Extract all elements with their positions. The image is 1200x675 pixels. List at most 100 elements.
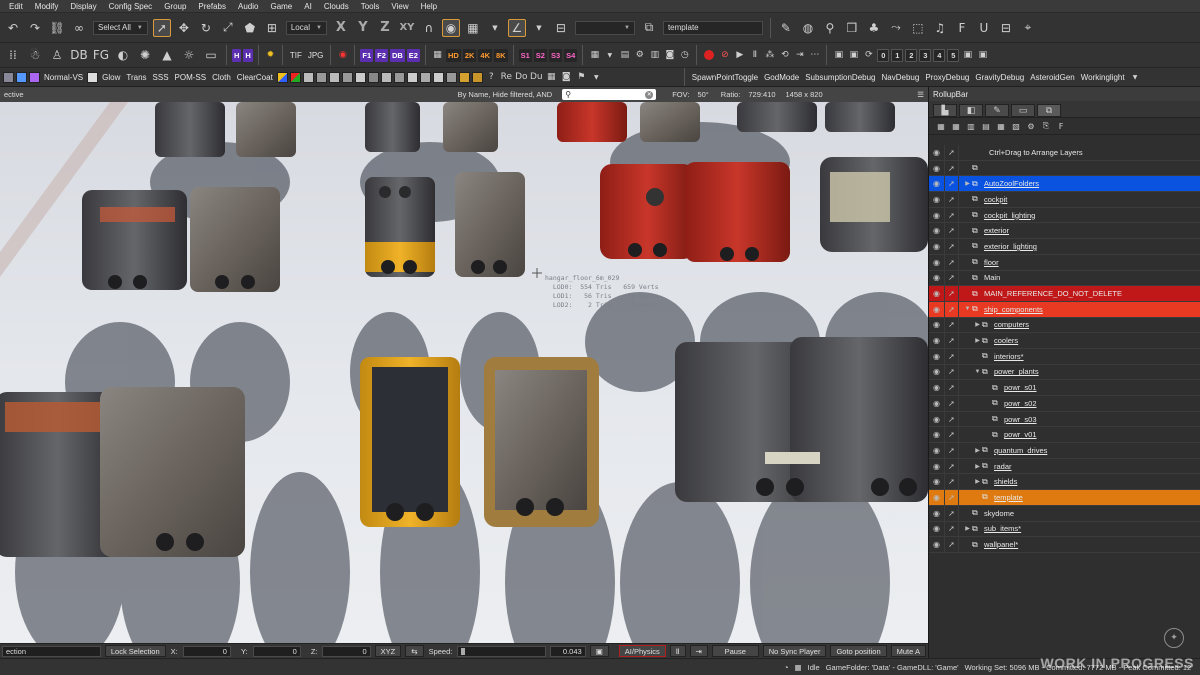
eye-icon[interactable]: ◉ <box>929 427 945 443</box>
step-icon[interactable]: ⇥ <box>689 645 708 657</box>
hide-layer-button[interactable]: H <box>232 48 242 62</box>
pause-icon[interactable]: Ⅱ <box>669 645 686 657</box>
eye-icon[interactable]: ◉ <box>929 474 945 490</box>
menu-edit[interactable]: Edit <box>3 2 29 11</box>
spec-badge[interactable]: S3 <box>548 48 563 62</box>
cursor-icon[interactable]: ➚ <box>945 254 959 270</box>
number-button[interactable]: 0 <box>877 48 890 62</box>
cursor-icon[interactable]: ➚ <box>945 505 959 521</box>
res-badge[interactable]: 8K <box>494 48 508 62</box>
eye-icon[interactable]: ◉ <box>929 458 945 474</box>
menu-group[interactable]: Group <box>158 2 192 11</box>
color-swatch-icon[interactable] <box>458 71 470 83</box>
walk-icon[interactable]: ♙ <box>48 46 66 64</box>
eye-icon[interactable]: ◉ <box>929 364 945 380</box>
new-layer-icon[interactable]: ▦ <box>935 120 947 132</box>
goto-position-button[interactable]: Goto position <box>830 645 887 657</box>
database-icon[interactable]: ⊟ <box>997 19 1015 37</box>
cursor-icon[interactable]: ➚ <box>945 223 959 239</box>
layer-row[interactable]: ◉ ➚ ▶ ⧉ sub_items* <box>929 521 1200 538</box>
eye-icon[interactable]: ◉ <box>929 505 945 521</box>
layer-row[interactable]: ◉ ➚ ▶ ⧉ radar <box>929 458 1200 475</box>
chevron-down-icon[interactable]: ▼ <box>603 49 616 62</box>
menu-tools[interactable]: Tools <box>355 2 386 11</box>
chevron-down-icon[interactable]: ▼ <box>963 306 972 312</box>
cursor-icon[interactable]: ➚ <box>945 270 959 286</box>
cursor-icon[interactable]: ➚ <box>945 427 959 443</box>
no-sync-player-button[interactable]: No Sync Player <box>762 645 827 657</box>
chevron-right-icon[interactable]: ▶ <box>973 463 982 470</box>
eye-icon[interactable]: ◉ <box>929 521 945 537</box>
render-mode[interactable]: Trans <box>126 73 146 82</box>
undo-icon[interactable]: ↶ <box>4 19 22 37</box>
layer-row[interactable]: ◉ ➚ ⧉ template <box>929 490 1200 506</box>
eye-icon[interactable]: ◉ <box>929 239 945 254</box>
cursor-icon[interactable]: ➚ <box>945 443 959 458</box>
reload-layer-icon[interactable]: ▧ <box>1010 120 1022 132</box>
camera-icon[interactable]: ◙ <box>560 71 573 84</box>
layer-row[interactable]: ◉ ➚ ⧉ interiors* <box>929 348 1200 365</box>
redo-icon[interactable]: ↷ <box>26 19 44 37</box>
layer-row[interactable]: ◉ ➚ ▼ ⧉ ship_components <box>929 301 1200 318</box>
road-icon[interactable]: ⤳ <box>887 19 905 37</box>
layer-row[interactable]: ◉ ➚ ▶ ⧉ computers <box>929 317 1200 334</box>
layer-row[interactable]: ◉ ➚ ⧉ powr_s02 <box>929 396 1200 412</box>
layer-row[interactable]: ◉ ➚ ⧉ cockpit <box>929 192 1200 208</box>
render-mode[interactable]: Cloth <box>212 73 231 82</box>
layer-row[interactable]: ◉ ➚ ⧉ wallpanel* <box>929 537 1200 553</box>
cursor-icon[interactable]: ➚ <box>945 521 959 537</box>
timer-icon[interactable]: ◷ <box>678 49 691 62</box>
filter-icon[interactable]: F <box>1055 120 1067 132</box>
cube-icon[interactable]: ❒ <box>843 19 861 37</box>
sound-icon[interactable]: ♫ <box>931 19 949 37</box>
cursor-icon[interactable]: ➚ <box>945 474 959 490</box>
cursor-icon[interactable]: ➚ <box>945 333 959 348</box>
spec-badge[interactable]: S2 <box>533 48 547 62</box>
eye-icon[interactable]: ◉ <box>929 348 945 364</box>
menu-clouds[interactable]: Clouds <box>318 2 355 11</box>
delete-layer-icon[interactable]: ▦ <box>950 120 962 132</box>
layer-row[interactable]: ◉ ➚ ⧉ powr_s01 <box>929 380 1200 396</box>
cursor-icon[interactable]: ➚ <box>945 301 959 317</box>
chevron-right-icon[interactable]: ▶ <box>973 337 982 344</box>
debug-toggle[interactable]: GravityDebug <box>975 73 1024 82</box>
eye-icon[interactable]: ◉ <box>929 160 945 176</box>
tab-layers[interactable]: ⧉ <box>1037 104 1061 117</box>
cursor-icon[interactable]: ➚ <box>945 490 959 505</box>
chevron-down-icon[interactable]: ▼ <box>1129 71 1142 84</box>
chevron-right-icon[interactable]: ▶ <box>973 478 982 485</box>
layer-row[interactable]: ◉ ➚ ⧉ floor <box>929 254 1200 271</box>
cursor-icon[interactable]: ➚ <box>945 176 959 192</box>
axis-y-button[interactable]: Y <box>354 19 372 37</box>
axis-x-button[interactable]: X <box>332 19 350 37</box>
axis-xy-button[interactable]: XY <box>398 19 416 37</box>
eye-icon[interactable]: ◉ <box>929 537 945 552</box>
snap-icon[interactable]: ⊞ <box>263 19 281 37</box>
layer-row[interactable]: ◉ ➚ ⧉ skydome <box>929 505 1200 522</box>
viewport-mode-label[interactable]: ective <box>4 90 24 99</box>
number-button[interactable]: 2 <box>905 48 918 62</box>
layer-row[interactable]: ◉ ➚ ⧉ MAIN_REFERENCE_DO_NOT_DELETE <box>929 286 1200 302</box>
z-field[interactable]: 0 <box>322 645 371 657</box>
eye-icon[interactable]: ◉ <box>929 176 945 192</box>
globe-icon[interactable]: ◍ <box>799 19 817 37</box>
empty-dropdown[interactable]: ▼ <box>574 20 635 35</box>
layer-row[interactable]: ◉ ➚ ⧉ exterior_lighting <box>929 239 1200 255</box>
cursor-icon[interactable]: ➚ <box>945 145 959 160</box>
color-swatch-icon[interactable] <box>445 71 457 83</box>
eye-icon[interactable]: ◉ <box>929 270 945 286</box>
eye-icon[interactable]: ◉ <box>929 286 945 301</box>
menu-prefabs[interactable]: Prefabs <box>192 2 232 11</box>
color-swatch-icon[interactable] <box>367 71 379 83</box>
cursor-icon[interactable]: ➚ <box>945 207 959 223</box>
color-swatch-icon[interactable] <box>289 71 301 83</box>
cursor-icon[interactable]: ➚ <box>945 411 959 427</box>
step-icon[interactable]: ⇥ <box>793 49 806 62</box>
film-icon[interactable]: ▥ <box>648 49 661 62</box>
lock-selection-button[interactable]: Lock Selection <box>104 645 166 657</box>
mute-audio-button[interactable]: Mute A <box>890 645 926 657</box>
color-swatch-icon[interactable] <box>393 71 405 83</box>
selection-field[interactable]: ection <box>2 645 101 657</box>
color-swatch-icon[interactable] <box>341 71 353 83</box>
color-swatch-icon[interactable] <box>276 71 288 83</box>
